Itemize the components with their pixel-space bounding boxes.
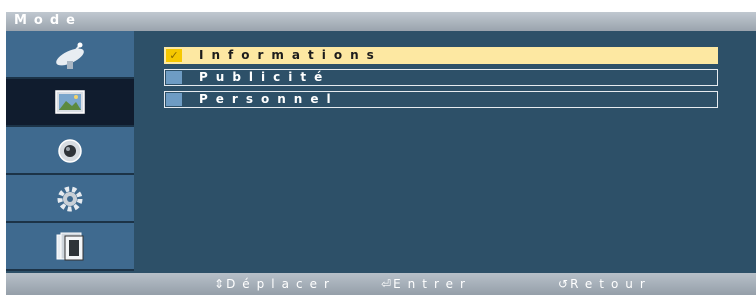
menu-title: Mode	[14, 13, 82, 28]
move-hint: ⇕ Déplacer	[214, 277, 336, 291]
speaker-icon	[58, 139, 82, 163]
menu-item-label: Personnel	[199, 92, 339, 106]
satellite-dish-icon	[56, 42, 84, 69]
menu-item-informations[interactable]: ✓ Informations	[164, 47, 718, 64]
gear-icon	[57, 186, 83, 212]
menu-item-publicite[interactable]: Publicité	[164, 69, 718, 86]
enter-hint: ⏎ Entrer	[381, 277, 472, 291]
sidebar-item-sound[interactable]	[6, 127, 134, 175]
move-label: Déplacer	[226, 277, 336, 291]
return-hint: ↺ Retour	[558, 277, 652, 291]
enter-icon: ⏎	[381, 277, 392, 291]
sidebar-item-setup[interactable]	[6, 175, 134, 223]
move-icon: ⇕	[214, 277, 225, 291]
picture-icon	[55, 90, 85, 114]
return-label: Retour	[570, 277, 652, 291]
osd-window: Mode ✓ Informations Publicité Personnel …	[6, 12, 756, 295]
menu-item-personnel[interactable]: Personnel	[164, 91, 718, 108]
multi-screen-icon	[56, 232, 84, 261]
sidebar-item-multi-control[interactable]	[6, 223, 134, 271]
title-bar: Mode	[6, 12, 756, 31]
item-marker	[166, 93, 182, 106]
enter-label: Entrer	[393, 277, 472, 291]
return-icon: ↺	[558, 277, 569, 291]
menu-item-label: Informations	[199, 48, 382, 62]
menu-item-label: Publicité	[199, 70, 331, 84]
sidebar-item-picture[interactable]	[6, 79, 134, 127]
footer-hint-bar: ⇕ Déplacer ⏎ Entrer ↺ Retour	[6, 273, 756, 295]
item-marker	[166, 71, 182, 84]
sidebar	[6, 31, 134, 273]
sidebar-item-input[interactable]	[6, 31, 134, 79]
check-icon: ✓	[166, 49, 182, 62]
